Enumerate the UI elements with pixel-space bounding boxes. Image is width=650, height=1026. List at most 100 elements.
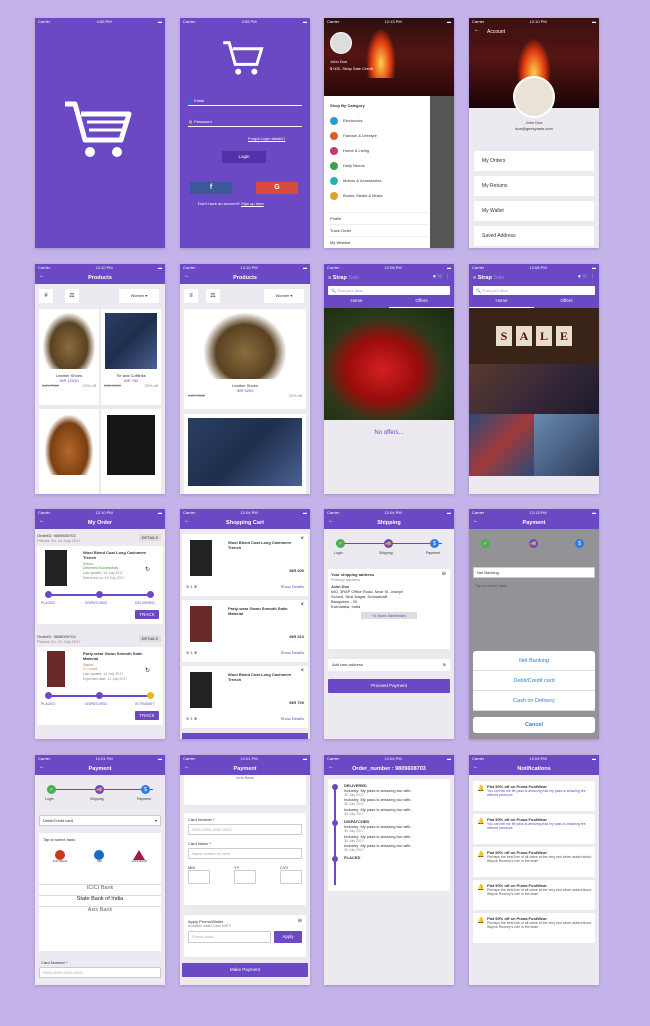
password-field[interactable]: 🔒 Password [188,119,302,127]
category-item[interactable]: Motors & Accessories [330,173,428,188]
category-select[interactable]: Women ▾ [119,289,159,303]
back-icon[interactable]: ← [39,764,45,770]
forgot-link[interactable]: Forgot Login details? [248,136,285,141]
refresh-icon[interactable]: ↻ [145,667,150,674]
search-input[interactable]: 🔍 Find your deal [328,286,450,295]
method-select[interactable]: Debit/Credit card ▾ [39,815,161,826]
offer-image[interactable] [469,414,534,476]
search-input[interactable]: 🔍 Find your deal [473,286,595,295]
back-icon[interactable]: ← [39,518,45,524]
bank-option[interactable]: State Bank of India [39,894,161,906]
track-button[interactable]: TRACK [135,610,159,619]
back-icon[interactable]: ← [39,273,45,279]
plus-icon[interactable]: ⊕ [193,716,197,721]
bank-icici[interactable]: ICICI Bank [53,850,67,864]
bank-sbi[interactable]: SBI [94,850,105,864]
info-icon[interactable]: ⊖ [298,918,302,924]
menu-icon[interactable]: ≡ [328,275,331,281]
account-menu-item[interactable]: My Returns [474,176,594,196]
yy-input[interactable] [234,870,256,884]
tab-home[interactable]: Home [469,298,534,308]
back-icon[interactable]: ← [328,518,334,524]
card-name-input[interactable]: Name written on card [188,848,302,859]
email-field[interactable]: 👤 Email [188,98,302,106]
refresh-icon[interactable]: ↻ [145,566,150,573]
filter-icon[interactable]: ⚖ [65,289,79,303]
show-details-link[interactable]: Show Details [281,650,304,655]
product-card[interactable]: Leather Shoes INR 5200 INR 7560 20% off [184,309,306,409]
filter-icon[interactable]: ⚖ [206,289,220,303]
heart-cart-more-icons[interactable]: ♥ 🛒 ⋮ [578,274,595,280]
login-button[interactable]: Login [222,151,266,163]
card-number-input[interactable]: 0000-0000-0000-0000 [188,824,302,835]
bank-picker[interactable]: Axis Bank [184,775,306,805]
sale-banner[interactable]: SALE [469,308,599,364]
notification-item[interactable]: 🔔 Flat 50% off on Puma FootWear You can te… [473,814,595,844]
back-icon[interactable]: ← [474,27,480,33]
quantity-stepper[interactable]: ⊖ 1 ⊕ [186,716,197,721]
method-select[interactable]: Net Banking [473,567,595,578]
show-details-link[interactable]: Show Details [281,584,304,589]
checkout-bar[interactable] [182,733,308,739]
bank-picker[interactable]: ICICI Bank State Bank of India Axis Bank [39,883,161,917]
account-menu-item[interactable]: My Orders [474,151,594,171]
quantity-stepper[interactable]: ⊖ 1 ⊕ [186,650,197,655]
details-button[interactable]: DETAILS [138,635,161,642]
offer-image[interactable] [469,364,599,414]
cancel-button[interactable]: Cancel [473,717,595,733]
back-icon[interactable]: ← [184,273,190,279]
back-icon[interactable]: ← [328,764,334,770]
apply-button[interactable]: Apply [274,931,302,944]
list-view-icon[interactable]: ≡ [184,289,198,303]
heart-cart-more-icons[interactable]: ♥ 🛒 ⋮ [433,274,450,280]
bank-axis[interactable]: AXIS BANK [132,850,147,864]
close-icon[interactable]: × [300,668,304,674]
address-card[interactable]: Your shipping address ⊖ Primary address … [328,569,450,649]
notification-item[interactable]: 🔔 Flat 50% off on Puma FootWear Perhaps th… [473,847,595,877]
product-card[interactable] [184,414,306,494]
drawer-link[interactable]: Track Order [330,224,428,236]
sheet-option[interactable]: Net Banking [473,651,595,671]
category-item[interactable]: Home & Living [330,143,428,158]
more-addresses-button[interactable]: +2 More Addresses [361,612,417,619]
cvv-input[interactable] [280,870,302,884]
edit-icon[interactable]: ⊖ [442,571,446,577]
tab-offers[interactable]: Offers [534,298,599,308]
bank-option[interactable]: ICICI Bank [39,883,161,895]
back-icon[interactable]: ← [184,518,190,524]
grid-view-icon[interactable]: # [39,289,53,303]
account-menu-item[interactable]: My Wallet [474,201,594,221]
tab-offers[interactable]: Offers [389,298,454,308]
tab-home[interactable]: Home [324,298,389,308]
details-button[interactable]: DETAILS [138,534,161,541]
category-item[interactable]: Daily Needs [330,158,428,173]
add-address-row[interactable]: Add new address ⊕ [328,659,450,671]
signup-link[interactable]: Sign up here [241,201,264,206]
menu-icon[interactable]: ≡ [473,275,476,281]
promo-input[interactable]: Promo code [188,931,271,944]
back-icon[interactable]: ← [473,764,479,770]
notification-item[interactable]: 🔔 Flat 50% off on Puma FootWear Perhaps th… [473,880,595,910]
category-select[interactable]: Women ▾ [264,289,304,303]
make-payment-button[interactable]: Make Payment [182,963,308,977]
show-details-link[interactable]: Show Details [281,716,304,721]
mm-input[interactable] [188,870,210,884]
notification-item[interactable]: 🔔 Flat 50% off on Puma FootWear You can te… [473,781,595,811]
account-menu-item[interactable]: Saved Address [474,226,594,246]
category-item[interactable]: Fashion & Lifestyle [330,128,428,143]
offer-image[interactable] [534,414,599,476]
sheet-option[interactable]: Debit/Credit card [473,671,595,691]
proceed-payment-button[interactable]: Proceed Payment [328,679,450,693]
drawer-link[interactable]: My Wishlist [330,236,428,248]
quantity-stepper[interactable]: ⊖ 1 ⊕ [186,584,197,589]
close-icon[interactable]: × [300,536,304,542]
category-item[interactable]: Electronics [330,113,428,128]
google-button[interactable]: G [256,182,298,194]
plus-icon[interactable]: ⊕ [193,650,197,655]
close-icon[interactable]: × [300,602,304,608]
back-icon[interactable]: ← [473,518,479,524]
product-card[interactable]: Tie and Cufflinks INR 780 INR 1200 20% of… [101,309,161,405]
track-button[interactable]: TRACK [135,711,159,720]
category-item[interactable]: Books, Media & Music [330,188,428,203]
product-card[interactable] [39,409,99,494]
